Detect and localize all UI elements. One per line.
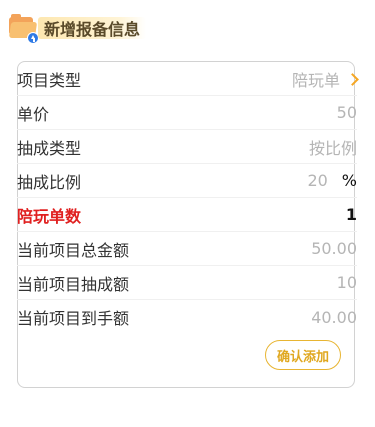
order-count-value[interactable]: 1 bbox=[346, 205, 357, 224]
page-header: 新增报备信息 bbox=[8, 12, 147, 44]
total-amount-value: 50.00 bbox=[311, 239, 357, 258]
chevron-right-icon[interactable] bbox=[348, 72, 357, 86]
commission-type-label: 抽成类型 bbox=[17, 138, 82, 158]
project-type-value: 陪玩单 bbox=[291, 70, 340, 90]
net-amount-value: 40.00 bbox=[311, 307, 357, 327]
unit-price-row: 单价 50 bbox=[17, 96, 357, 130]
percent-unit: % bbox=[341, 171, 357, 190]
confirm-add-button[interactable]: 确认添加 bbox=[265, 340, 341, 370]
commission-type-value: 按比例 bbox=[308, 138, 357, 158]
folder-upload-icon bbox=[8, 14, 39, 44]
commission-rate-row: 抽成比例 20 % bbox=[17, 164, 357, 198]
commission-amount-label: 当前项目抽成额 bbox=[17, 274, 130, 294]
commission-rate-label: 抽成比例 bbox=[17, 172, 82, 192]
commission-amount-row: 当前项目抽成额 10 bbox=[17, 266, 357, 300]
total-amount-label: 当前项目总金额 bbox=[17, 240, 130, 260]
total-amount-row: 当前项目总金额 50.00 bbox=[17, 232, 357, 266]
net-amount-label: 当前项目到手额 bbox=[17, 309, 130, 328]
page-title: 新增报备信息 bbox=[44, 20, 141, 39]
project-type-row[interactable]: 项目类型 陪玩单 bbox=[17, 62, 357, 96]
order-count-row[interactable]: 陪玩单数 1 bbox=[17, 198, 357, 232]
commission-type-row: 抽成类型 按比例 bbox=[17, 130, 357, 164]
project-type-label: 项目类型 bbox=[17, 70, 82, 90]
commission-amount-value: 10 bbox=[336, 273, 357, 292]
unit-price-label: 单价 bbox=[17, 104, 50, 124]
order-count-label: 陪玩单数 bbox=[17, 206, 82, 226]
title-highlight: 新增报备信息 bbox=[37, 14, 147, 42]
net-amount-row: 当前项目到手额 40.00 bbox=[17, 300, 357, 334]
unit-price-value: 50 bbox=[336, 103, 357, 122]
commission-rate-value: 20 bbox=[307, 171, 328, 190]
